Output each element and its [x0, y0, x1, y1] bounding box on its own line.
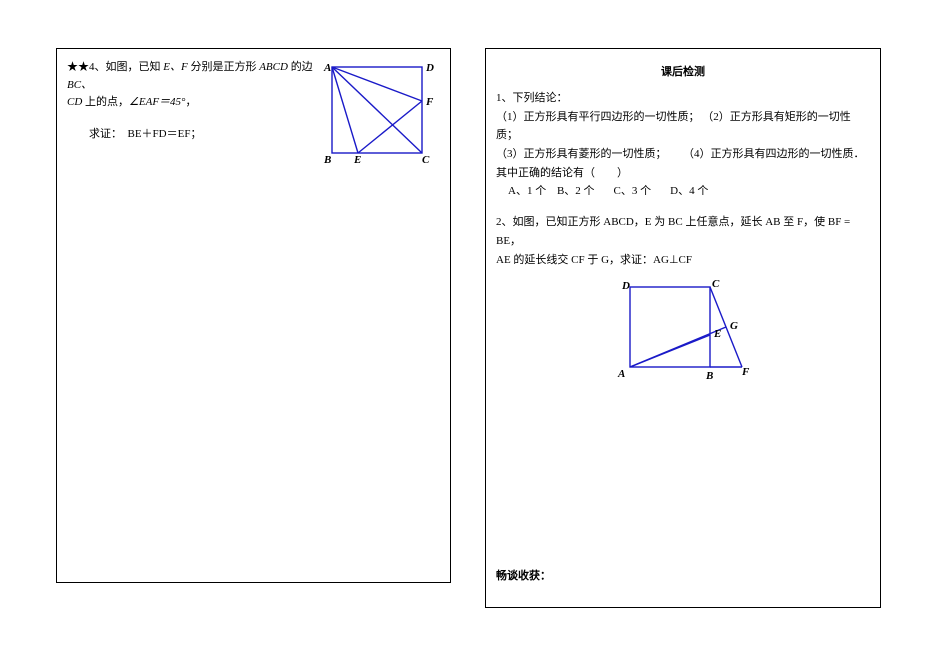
q2-line2: AE 的延长线交 CF 于 G，求证：AG⊥CF: [496, 251, 870, 270]
p4-ef: E、F: [163, 61, 187, 73]
p4-cd: CD: [67, 96, 82, 108]
q1-lead: 1、下列结论：: [496, 89, 870, 108]
q1-optB: B、2 个: [557, 182, 595, 201]
figure-2-wrap: D C E G A B F: [496, 275, 870, 397]
fig2-label-G: G: [730, 320, 738, 332]
p4-t-b: 分别是正方形: [188, 61, 260, 73]
fig1-label-E: E: [353, 154, 361, 166]
p4-comma: ，: [185, 96, 196, 108]
right-title: 课后检测: [496, 59, 870, 89]
q1-c3: （3）正方形具有菱形的一切性质；: [496, 148, 667, 160]
p4-t-a: 如图，已知: [106, 61, 164, 73]
q1-optC: C、3 个: [614, 182, 652, 201]
q1-line1: （1）正方形具有平行四边形的一切性质； （2）正方形具有矩形的一切性质；: [496, 108, 870, 145]
fig1-label-F: F: [425, 96, 434, 108]
question-1: 1、下列结论： （1）正方形具有平行四边形的一切性质； （2）正方形具有矩形的一…: [496, 89, 870, 201]
fig1-label-C: C: [422, 154, 430, 166]
p4-abcd: ABCD: [259, 61, 288, 73]
p4-prove-label: 求证：: [89, 128, 122, 140]
fig2-label-B: B: [705, 370, 713, 382]
harvest-label: 畅谈收获：: [496, 567, 551, 583]
fig2-label-D: D: [621, 280, 630, 292]
p4-t-d: 上的点，: [82, 96, 129, 108]
fig2-label-C: C: [712, 278, 720, 290]
page-right-inner: 课后检测 1、下列结论： （1）正方形具有平行四边形的一切性质； （2）正方形具…: [486, 49, 880, 407]
problem-4-stem: ★★4、如图，已知 E、F 分别是正方形 ABCD 的边 BC、 CD 上的点，…: [67, 59, 317, 112]
page-left-inner: ★★4、如图，已知 E、F 分别是正方形 ABCD 的边 BC、 CD 上的点，…: [57, 49, 450, 153]
fig1-label-D: D: [425, 62, 434, 74]
fig2-label-F: F: [741, 366, 750, 378]
q1-line2: （3）正方形具有菱形的一切性质； （4）正方形具有四边形的一切性质．: [496, 145, 870, 164]
page-left: ★★4、如图，已知 E、F 分别是正方形 ABCD 的边 BC、 CD 上的点，…: [56, 48, 451, 583]
fig2-label-E: E: [713, 328, 721, 340]
q1-optA: A、1 个: [508, 182, 546, 201]
q2-line1: 2、如图，已知正方形 ABCD，E 为 BC 上任意点，延长 AB 至 F，使 …: [496, 213, 870, 250]
p4-t-c: 的边: [288, 61, 313, 73]
fig1-label-B: B: [323, 154, 331, 166]
q1-tail: 其中正确的结论有（ ）: [496, 164, 870, 183]
problem-4-stars: ★★4、: [67, 61, 106, 73]
p4-bc: BC、: [67, 79, 92, 91]
q1-c4: （4）正方形具有四边形的一切性质．: [683, 148, 865, 160]
fig2-label-A: A: [617, 368, 625, 380]
page-right: 课后检测 1、下列结论： （1）正方形具有平行四边形的一切性质； （2）正方形具…: [485, 48, 881, 608]
worksheet-sheet: ★★4、如图，已知 E、F 分别是正方形 ABCD 的边 BC、 CD 上的点，…: [0, 0, 945, 628]
fig1-label-A: A: [323, 62, 331, 74]
figure-1: A D F B E C: [318, 59, 438, 167]
q1-optD: D、4 个: [670, 182, 708, 201]
q1-options: A、1 个 B、2 个 C、3 个 D、4 个: [496, 182, 870, 201]
question-2: 2、如图，已知正方形 ABCD，E 为 BC 上任意点，延长 AB 至 F，使 …: [496, 213, 870, 397]
p4-prove-eq: BE＋FD＝EF；: [128, 128, 202, 140]
problem-4: ★★4、如图，已知 E、F 分别是正方形 ABCD 的边 BC、 CD 上的点，…: [67, 59, 440, 143]
figure-2: D C E G A B F: [608, 275, 758, 390]
q1-c1: （1）正方形具有平行四边形的一切性质；: [496, 111, 700, 123]
p4-angle: ∠EAF＝45°: [129, 96, 185, 108]
